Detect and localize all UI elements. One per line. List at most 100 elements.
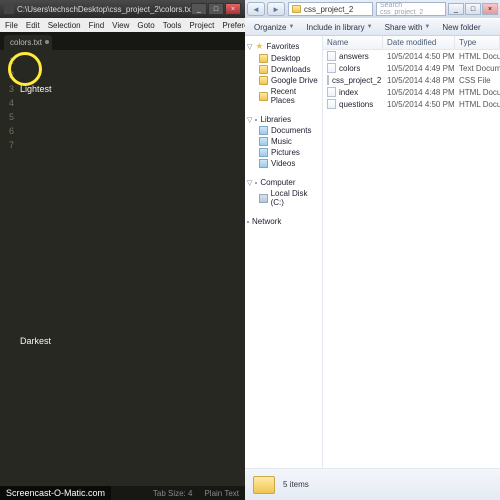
- chevron-down-icon: ▼: [367, 24, 373, 30]
- menu-edit[interactable]: Edit: [23, 21, 43, 30]
- sidebar-item-localdisk[interactable]: Local Disk (C:): [259, 188, 320, 208]
- library-icon: [259, 159, 268, 168]
- close-button[interactable]: ×: [225, 3, 241, 15]
- folder-icon: [259, 92, 268, 101]
- window-controls: _ □ ×: [448, 3, 498, 15]
- star-icon: ★: [255, 41, 263, 52]
- col-type[interactable]: Type: [455, 36, 500, 49]
- editor-area[interactable]: 1 2 3 4 5 6 7 Lightest Darkest: [0, 50, 245, 486]
- include-library-button[interactable]: Include in library▼: [301, 22, 377, 33]
- sidebar-item-videos[interactable]: Videos: [259, 158, 320, 169]
- folder-icon: [259, 54, 268, 63]
- network-header[interactable]: Network: [247, 216, 320, 227]
- sublime-window: C:\Users\techschDesktop\css_project_2\co…: [0, 0, 245, 500]
- computer-icon: [255, 182, 257, 184]
- sidebar-item-downloads[interactable]: Downloads: [259, 64, 320, 75]
- network-group: Network: [247, 216, 320, 227]
- favorites-header[interactable]: ▽★Favorites: [247, 40, 320, 53]
- explorer-titlebar[interactable]: ◄ ► css_project_2 Search css_project_2 _…: [245, 0, 500, 18]
- library-icon: [259, 148, 268, 157]
- line-gutter: 1 2 3 4 5 6 7: [0, 50, 18, 486]
- menu-goto[interactable]: Goto: [134, 21, 157, 30]
- status-syntax[interactable]: Plain Text: [204, 489, 239, 498]
- file-icon: [327, 87, 336, 97]
- col-date[interactable]: Date modified: [383, 36, 455, 49]
- column-headers: Name Date modified Type: [323, 36, 500, 50]
- drive-icon: [259, 194, 268, 203]
- file-icon: [327, 75, 329, 85]
- menu-tools[interactable]: Tools: [160, 21, 185, 30]
- file-icon: [327, 51, 336, 61]
- organize-button[interactable]: Organize▼: [249, 22, 299, 33]
- expand-icon: ▽: [247, 116, 252, 124]
- file-row[interactable]: colors 10/5/2014 4:49 PM Text Document: [323, 62, 500, 74]
- nav-forward-button[interactable]: ►: [267, 2, 285, 16]
- computer-header[interactable]: ▽Computer: [247, 177, 320, 188]
- libraries-group: ▽Libraries Documents Music Pictures Vide…: [247, 114, 320, 169]
- explorer-body: ▽★Favorites Desktop Downloads Google Dri…: [245, 36, 500, 468]
- sublime-titlebar[interactable]: C:\Users\techschDesktop\css_project_2\co…: [0, 0, 245, 18]
- explorer-toolbar: Organize▼ Include in library▼ Share with…: [245, 18, 500, 36]
- menu-selection[interactable]: Selection: [45, 21, 84, 30]
- chevron-down-icon: ▼: [288, 24, 294, 30]
- code-content[interactable]: Lightest Darkest: [18, 50, 245, 486]
- folder-icon: [253, 476, 275, 494]
- library-icon: [255, 119, 257, 121]
- tab-label: colors.txt: [10, 38, 42, 47]
- sublime-menubar: File Edit Selection Find View Goto Tools…: [0, 18, 245, 32]
- new-folder-button[interactable]: New folder: [437, 22, 485, 33]
- sidebar-item-googledrive[interactable]: Google Drive: [259, 75, 320, 86]
- library-icon: [259, 137, 268, 146]
- maximize-button[interactable]: □: [465, 3, 481, 15]
- folder-icon: [292, 5, 301, 13]
- sidebar-item-documents[interactable]: Documents: [259, 125, 320, 136]
- nav-back-button[interactable]: ◄: [247, 2, 265, 16]
- sidebar-item-music[interactable]: Music: [259, 136, 320, 147]
- menu-file[interactable]: File: [2, 21, 21, 30]
- minimize-button[interactable]: _: [448, 3, 464, 15]
- sidebar-item-desktop[interactable]: Desktop: [259, 53, 320, 64]
- search-input[interactable]: Search css_project_2: [376, 2, 446, 16]
- sidebar-item-recent[interactable]: Recent Places: [259, 86, 320, 106]
- file-row[interactable]: answers 10/5/2014 4:50 PM HTML Document: [323, 50, 500, 62]
- status-text: 5 items: [283, 480, 309, 489]
- explorer-window: ◄ ► css_project_2 Search css_project_2 _…: [245, 0, 500, 500]
- sidebar-item-pictures[interactable]: Pictures: [259, 147, 320, 158]
- tab-dirty-icon: [45, 40, 49, 44]
- folder-icon: [259, 65, 268, 74]
- maximize-button[interactable]: □: [208, 3, 224, 15]
- menu-find[interactable]: Find: [86, 21, 108, 30]
- expand-icon: ▽: [247, 43, 252, 51]
- library-icon: [259, 126, 268, 135]
- network-icon: [247, 221, 249, 223]
- app-icon: [4, 4, 14, 14]
- window-title: C:\Users\techschDesktop\css_project_2\co…: [17, 5, 191, 14]
- col-name[interactable]: Name: [323, 36, 383, 49]
- tab-bar: colors.txt: [0, 32, 245, 50]
- address-bar[interactable]: css_project_2: [288, 2, 373, 16]
- watermark: Screencast-O-Matic.com: [0, 486, 111, 500]
- expand-icon: ▽: [247, 179, 252, 187]
- menu-view[interactable]: View: [109, 21, 132, 30]
- file-icon: [327, 99, 336, 109]
- nav-pane: ▽★Favorites Desktop Downloads Google Dri…: [245, 36, 323, 468]
- file-list: Name Date modified Type answers 10/5/201…: [323, 36, 500, 468]
- share-with-button[interactable]: Share with▼: [380, 22, 436, 33]
- window-controls: _ □ ×: [191, 3, 241, 15]
- menu-project[interactable]: Project: [186, 21, 217, 30]
- explorer-statusbar: 5 items: [245, 468, 500, 500]
- nav-buttons: ◄ ►: [247, 2, 285, 16]
- folder-icon: [259, 76, 268, 85]
- tab-colors[interactable]: colors.txt: [4, 35, 52, 50]
- file-icon: [327, 63, 336, 73]
- address-path: css_project_2: [304, 5, 353, 14]
- file-row[interactable]: index 10/5/2014 4:48 PM HTML Document: [323, 86, 500, 98]
- file-row[interactable]: css_project_2 10/5/2014 4:48 PM CSS File: [323, 74, 500, 86]
- file-row[interactable]: questions 10/5/2014 4:50 PM HTML Documen…: [323, 98, 500, 110]
- minimize-button[interactable]: _: [191, 3, 207, 15]
- favorites-group: ▽★Favorites Desktop Downloads Google Dri…: [247, 40, 320, 106]
- file-rows: answers 10/5/2014 4:50 PM HTML Document …: [323, 50, 500, 110]
- close-button[interactable]: ×: [482, 3, 498, 15]
- libraries-header[interactable]: ▽Libraries: [247, 114, 320, 125]
- status-tabsize[interactable]: Tab Size: 4: [153, 489, 193, 498]
